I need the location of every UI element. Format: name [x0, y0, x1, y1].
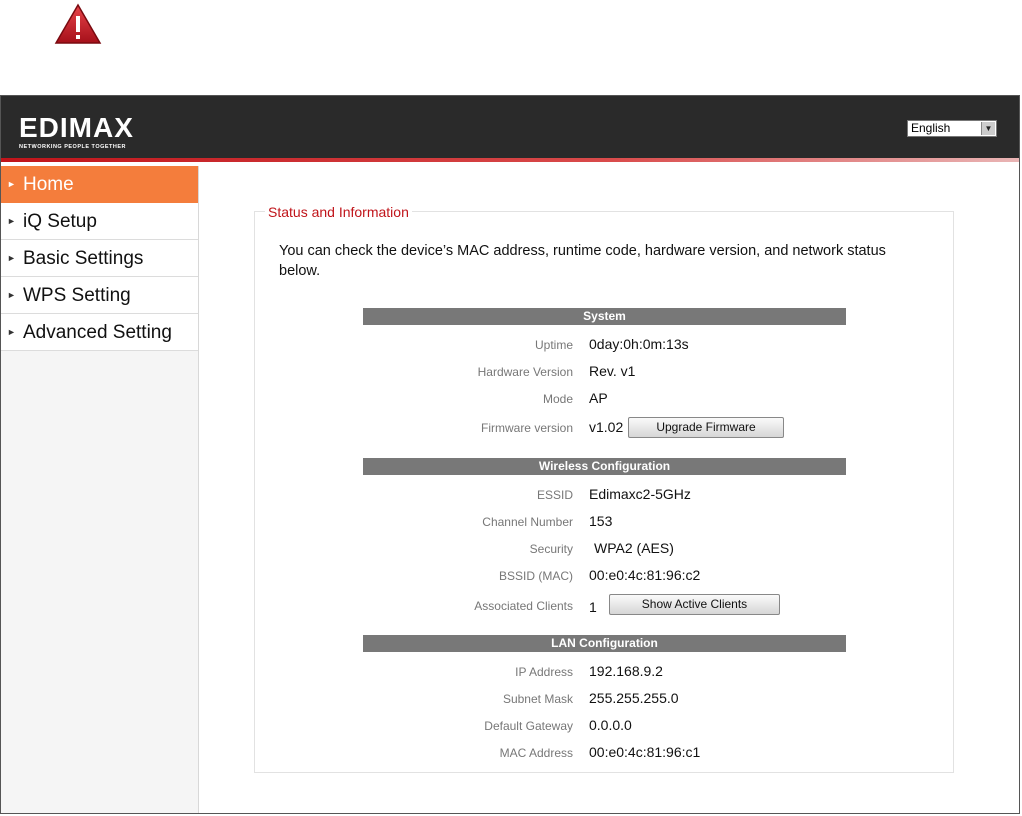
- panel-description: You can check the device’s MAC address, …: [279, 243, 886, 279]
- mode-label: Mode: [542, 392, 573, 406]
- associated-clients-label: Associated Clients: [474, 599, 573, 613]
- security-value: WPA2 (AES): [594, 540, 674, 556]
- upgrade-firmware-button[interactable]: Upgrade Firmware: [628, 417, 784, 438]
- mode-value: AP: [589, 390, 608, 406]
- default-gateway-value: 0.0.0.0: [589, 717, 632, 733]
- triangle-right-icon: ►: [7, 179, 16, 189]
- firmware-version-label: Firmware version: [480, 421, 573, 435]
- hardware-version-value: Rev. v1: [589, 363, 636, 379]
- triangle-right-icon: ►: [7, 327, 16, 337]
- top-header: EDIMAX NETWORKING PEOPLE TOGETHER Englis…: [1, 96, 1019, 162]
- edimax-logo: EDIMAX NETWORKING PEOPLE TOGETHER: [19, 112, 134, 151]
- chevron-down-icon[interactable]: ▼: [981, 122, 995, 135]
- bssid-label: BSSID (MAC): [498, 569, 573, 583]
- sidebar-item-wps-setting[interactable]: ► WPS Setting: [1, 277, 198, 314]
- mac-address-label: MAC Address: [499, 746, 573, 760]
- essid-value: Edimaxc2-5GHz: [589, 486, 691, 502]
- essid-label: ESSID: [536, 488, 573, 502]
- sidebar-item-advanced-setting[interactable]: ► Advanced Setting: [1, 314, 198, 351]
- firmware-version-value: v1.02: [589, 419, 624, 435]
- logo-wordmark: EDIMAX: [19, 112, 134, 143]
- sidebar-item-home[interactable]: ► Home: [1, 166, 198, 203]
- triangle-right-icon: ►: [7, 216, 16, 226]
- subnet-mask-value: 255.255.255.0: [589, 690, 679, 706]
- channel-number-label: Channel Number: [482, 515, 573, 529]
- router-admin-window: EDIMAX NETWORKING PEOPLE TOGETHER Englis…: [0, 95, 1020, 814]
- sidebar-item-label: WPS Setting: [23, 285, 131, 306]
- ip-address-value: 192.168.9.2: [589, 663, 663, 679]
- associated-clients-value: 1: [589, 599, 597, 615]
- subnet-mask-label: Subnet Mask: [502, 692, 573, 706]
- triangle-right-icon: ►: [7, 290, 16, 300]
- header-divider: [1, 158, 1019, 162]
- sidebar-item-iq-setup[interactable]: ► iQ Setup: [1, 203, 198, 240]
- section-header-wireless: Wireless Configuration: [363, 458, 846, 475]
- sidebar-item-label: Home: [23, 174, 74, 195]
- panel-title: Status and Information: [265, 204, 412, 220]
- hardware-version-label: Hardware Version: [477, 365, 573, 379]
- uptime-value: 0day:0h:0m:13s: [589, 336, 689, 352]
- security-label: Security: [529, 542, 573, 556]
- show-active-clients-button[interactable]: Show Active Clients: [609, 594, 780, 615]
- language-selected-value: English: [911, 121, 951, 135]
- mac-address-value: 00:e0:4c:81:96:c1: [589, 744, 701, 760]
- triangle-right-icon: ►: [7, 253, 16, 263]
- default-gateway-label: Default Gateway: [484, 719, 573, 733]
- bssid-value: 00:e0:4c:81:96:c2: [589, 567, 701, 583]
- logo-tagline: NETWORKING PEOPLE TOGETHER: [19, 144, 127, 150]
- channel-number-value: 153: [589, 513, 613, 529]
- sidebar-item-basic-settings[interactable]: ► Basic Settings: [1, 240, 198, 277]
- language-select[interactable]: English ▼: [907, 120, 997, 137]
- warning-icon: [54, 3, 102, 44]
- sidebar-item-label: Basic Settings: [23, 248, 144, 269]
- section-header-lan: LAN Configuration: [363, 635, 846, 652]
- ip-address-label: IP Address: [515, 665, 573, 679]
- uptime-label: Uptime: [534, 338, 573, 352]
- sidebar-nav: ► Home ► iQ Setup ► Basic Settings ► WPS…: [1, 166, 199, 813]
- sidebar-item-label: iQ Setup: [23, 211, 97, 232]
- section-header-system: System: [363, 308, 846, 325]
- sidebar-item-label: Advanced Setting: [23, 322, 172, 343]
